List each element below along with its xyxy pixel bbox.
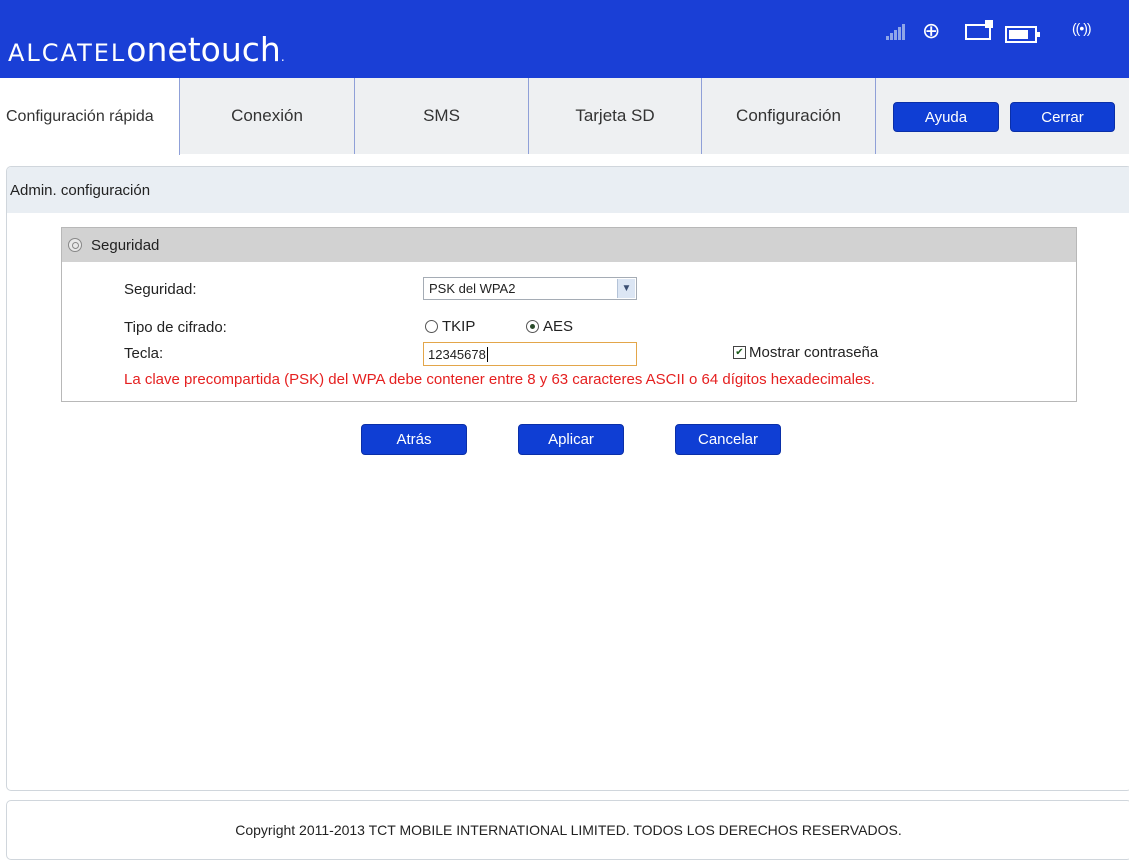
cipher-type-label: Tipo de cifrado: bbox=[124, 319, 227, 336]
logo-dot: . bbox=[280, 50, 285, 64]
signal-icon bbox=[886, 24, 906, 46]
validation-error-message: La clave precompartida (PSK) del WPA deb… bbox=[124, 371, 875, 388]
radio-unchecked-icon[interactable] bbox=[425, 320, 438, 333]
mail-icon bbox=[965, 20, 993, 40]
cipher-radio-tkip[interactable]: TKIP bbox=[425, 318, 475, 335]
alcatel-onetouch-logo: ALCATELonetouch. bbox=[8, 30, 285, 74]
tab-sms[interactable]: SMS bbox=[354, 78, 528, 154]
logout-button[interactable]: Cerrar bbox=[1010, 102, 1115, 132]
security-panel-header: Seguridad bbox=[62, 228, 1076, 262]
tab-sd-card[interactable]: Tarjeta SD bbox=[528, 78, 701, 154]
checkbox-checked-icon[interactable]: ✔ bbox=[733, 346, 746, 359]
radio-checked-icon[interactable] bbox=[526, 320, 539, 333]
cipher-radio-aes[interactable]: AES bbox=[526, 318, 573, 335]
copyright-text: Copyright 2011-2013 TCT MOBILE INTERNATI… bbox=[235, 822, 902, 838]
chevron-down-icon[interactable]: ▼ bbox=[617, 279, 635, 298]
text-caret bbox=[486, 346, 488, 362]
security-mode-value: PSK del WPA2 bbox=[429, 281, 516, 296]
cancel-button[interactable]: Cancelar bbox=[675, 424, 781, 455]
key-label: Tecla: bbox=[124, 345, 164, 362]
apply-button[interactable]: Aplicar bbox=[518, 424, 624, 455]
show-password-label: Mostrar contraseña bbox=[749, 344, 879, 361]
cipher-option-label: AES bbox=[543, 318, 574, 335]
back-button[interactable]: Atrás bbox=[361, 424, 467, 455]
logo-brand-part2: onetouch bbox=[126, 30, 281, 69]
tab-connection[interactable]: Conexión bbox=[180, 78, 354, 154]
battery-icon bbox=[1005, 26, 1040, 43]
cipher-option-label: TKIP bbox=[442, 318, 476, 335]
header-bar: ALCATELonetouch. ⊕ ((•)) bbox=[0, 0, 1129, 78]
password-key-input[interactable]: 12345678 bbox=[423, 342, 637, 366]
logo-brand-part1: ALCATEL bbox=[8, 39, 127, 67]
tab-settings[interactable]: Configuración bbox=[701, 78, 875, 154]
show-password-checkbox[interactable]: ✔ Mostrar contraseña bbox=[733, 344, 878, 361]
page-title: Admin. configuración bbox=[7, 167, 1129, 213]
globe-icon: ⊕ bbox=[922, 18, 941, 43]
security-mode-select[interactable]: PSK del WPA2 ▼ bbox=[423, 277, 637, 300]
security-panel-title: Seguridad bbox=[91, 236, 160, 254]
wifi-icon: ((•)) bbox=[1072, 20, 1092, 36]
section-radio-icon bbox=[68, 238, 82, 252]
tab-quick-setup[interactable]: Configuración rápida bbox=[0, 78, 180, 155]
help-button[interactable]: Ayuda bbox=[893, 102, 999, 132]
security-label: Seguridad: bbox=[124, 281, 197, 298]
key-input-value: 12345678 bbox=[428, 346, 486, 362]
